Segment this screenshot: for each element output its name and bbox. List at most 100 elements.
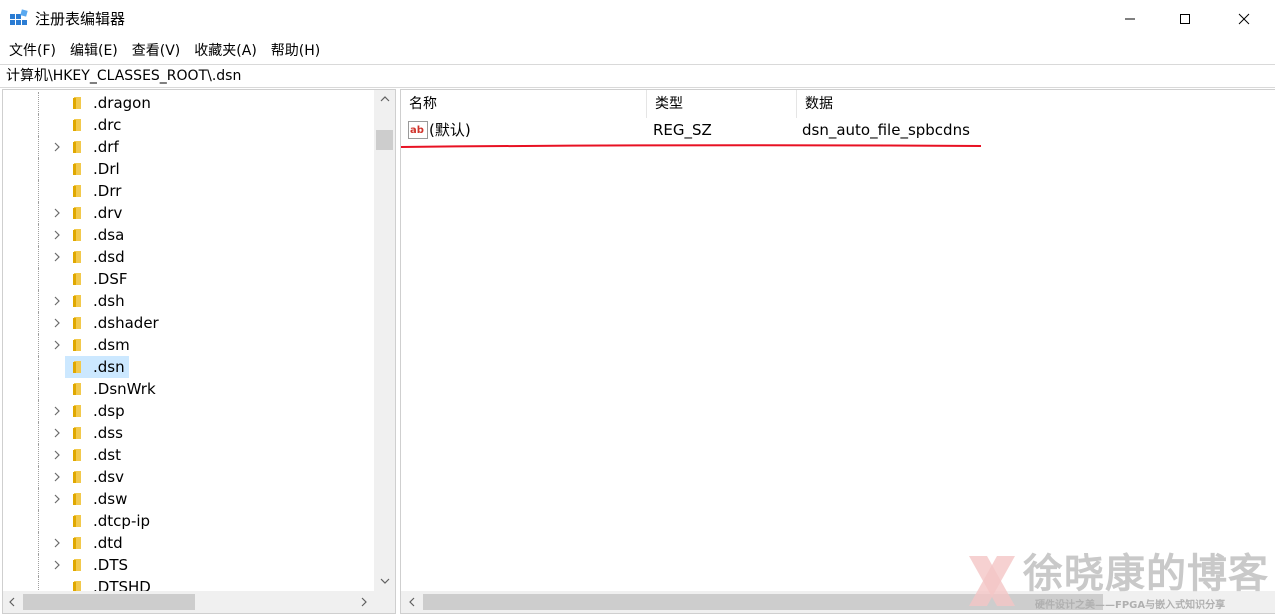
- chevron-right-icon[interactable]: [51, 405, 63, 417]
- tree-item[interactable]: .drc: [3, 114, 374, 136]
- tree-guide-line: [38, 158, 39, 180]
- scroll-right-button[interactable]: [355, 591, 372, 613]
- folder-icon: [73, 251, 81, 263]
- tree-vertical-scrollbar[interactable]: [374, 90, 395, 591]
- menu-file[interactable]: 文件(F): [2, 39, 63, 63]
- column-header-data[interactable]: 数据: [797, 90, 997, 118]
- column-header-name[interactable]: 名称: [401, 90, 647, 118]
- folder-icon: [73, 427, 81, 439]
- watermark: 徐晓康的博客 硬件设计之美——FPGA与嵌入式知识分享: [963, 548, 1275, 614]
- tree-item-label: .Drl: [93, 160, 120, 178]
- tree-item-label: .dragon: [93, 94, 151, 112]
- tree-item[interactable]: .dtcp-ip: [3, 510, 374, 532]
- tree-horizontal-scrollbar[interactable]: [3, 591, 374, 613]
- chevron-right-icon[interactable]: [51, 493, 63, 505]
- menu-bar: 文件(F) 编辑(E) 查看(V) 收藏夹(A) 帮助(H): [0, 38, 1275, 64]
- tree-item-label: .dsh: [93, 292, 125, 310]
- chevron-right-icon[interactable]: [51, 537, 63, 549]
- chevron-right-icon[interactable]: [51, 295, 63, 307]
- tree-item[interactable]: .dsw: [3, 488, 374, 510]
- tree-item-label: .dsa: [93, 226, 125, 244]
- chevron-right-icon[interactable]: [51, 471, 63, 483]
- tree-item-label: .dsp: [93, 402, 125, 420]
- tree-item[interactable]: .dragon: [3, 92, 374, 114]
- folder-icon: [73, 119, 81, 131]
- tree-item[interactable]: .dsm: [3, 334, 374, 356]
- value-type: REG_SZ: [653, 121, 712, 139]
- folder-icon: [73, 273, 81, 285]
- scroll-left-button[interactable]: [3, 591, 20, 613]
- tree-item[interactable]: .dsa: [3, 224, 374, 246]
- value-data: dsn_auto_file_spbcdns: [802, 121, 970, 139]
- values-scroll-left-button[interactable]: [403, 591, 420, 613]
- string-value-icon: ab: [408, 121, 428, 139]
- chevron-right-icon[interactable]: [51, 317, 63, 329]
- menu-help[interactable]: 帮助(H): [264, 39, 327, 63]
- chevron-right-icon[interactable]: [51, 449, 63, 461]
- tree-item-label: .dtcp-ip: [93, 512, 151, 530]
- menu-view[interactable]: 查看(V): [125, 39, 188, 63]
- tree-item[interactable]: .dst: [3, 444, 374, 466]
- scroll-down-button[interactable]: [374, 572, 395, 589]
- folder-icon: [73, 471, 81, 483]
- tree-guide-line: [38, 554, 39, 576]
- close-icon: [1238, 13, 1250, 25]
- tree-guide-line: [38, 488, 39, 510]
- folder-icon: [73, 537, 81, 549]
- chevron-right-icon[interactable]: [51, 141, 63, 153]
- chevron-right-icon[interactable]: [51, 559, 63, 571]
- column-header-type[interactable]: 类型: [647, 90, 797, 118]
- chevron-right-icon[interactable]: [51, 207, 63, 219]
- tree-item-label: .dsm: [93, 336, 130, 354]
- tree-item-label: .drv: [93, 204, 123, 222]
- chevron-right-icon: [361, 597, 367, 607]
- tree-item-label: .dst: [93, 446, 121, 464]
- tree-item[interactable]: .dtd: [3, 532, 374, 554]
- chevron-right-icon[interactable]: [51, 251, 63, 263]
- tree-item-label: .dsv: [93, 468, 124, 486]
- menu-favorites[interactable]: 收藏夹(A): [187, 39, 264, 63]
- tree-guide-line: [38, 224, 39, 246]
- minimize-button[interactable]: [1099, 0, 1161, 38]
- tree-item-label: .dtd: [93, 534, 123, 552]
- address-bar[interactable]: 计算机\HKEY_CLASSES_ROOT\.dsn: [0, 64, 1275, 88]
- tree-item[interactable]: .dss: [3, 422, 374, 444]
- maximize-button[interactable]: [1154, 0, 1216, 38]
- watermark-subtitle: 硬件设计之美——FPGA与嵌入式知识分享: [1035, 600, 1226, 611]
- tree-guide-line: [38, 268, 39, 290]
- tree-item[interactable]: .drf: [3, 136, 374, 158]
- tree-item[interactable]: .dsd: [3, 246, 374, 268]
- close-button[interactable]: [1213, 0, 1275, 38]
- value-row[interactable]: ab (默认) REG_SZ dsn_auto_file_spbcdns: [401, 118, 1275, 142]
- tree-item[interactable]: .dsv: [3, 466, 374, 488]
- folder-icon: [73, 229, 81, 241]
- tree-item[interactable]: .dsn: [3, 356, 374, 378]
- folder-icon: [73, 97, 81, 109]
- tree-item[interactable]: .drv: [3, 202, 374, 224]
- tree-item-label: .drf: [93, 138, 119, 156]
- chevron-right-icon[interactable]: [51, 339, 63, 351]
- tree-horizontal-thumb[interactable]: [23, 594, 195, 610]
- chevron-left-icon: [408, 597, 414, 607]
- tree-item[interactable]: .dsp: [3, 400, 374, 422]
- chevron-left-icon: [8, 597, 14, 607]
- tree-vertical-thumb[interactable]: [376, 130, 393, 150]
- annotation-underline: [401, 144, 982, 148]
- tree-item-label: .dsw: [93, 490, 128, 508]
- tree-item[interactable]: .DTS: [3, 554, 374, 576]
- tree-item[interactable]: .DsnWrk: [3, 378, 374, 400]
- chevron-right-icon[interactable]: [51, 229, 63, 241]
- key-tree: .dragon .drc .drf .Drl .Drr .drv .dsa .dsd .DSF.…: [3, 92, 374, 598]
- tree-item-label: .dss: [93, 424, 123, 442]
- tree-item-label: .dsd: [93, 248, 125, 266]
- tree-item-label: .DTS: [93, 556, 129, 574]
- tree-item-label: .drc: [93, 116, 122, 134]
- tree-item[interactable]: .dsh: [3, 290, 374, 312]
- tree-item[interactable]: .DSF: [3, 268, 374, 290]
- chevron-right-icon[interactable]: [51, 427, 63, 439]
- menu-edit[interactable]: 编辑(E): [63, 39, 125, 63]
- tree-item[interactable]: .Drr: [3, 180, 374, 202]
- tree-item[interactable]: .dshader: [3, 312, 374, 334]
- scroll-up-button[interactable]: [374, 90, 395, 107]
- tree-item[interactable]: .Drl: [3, 158, 374, 180]
